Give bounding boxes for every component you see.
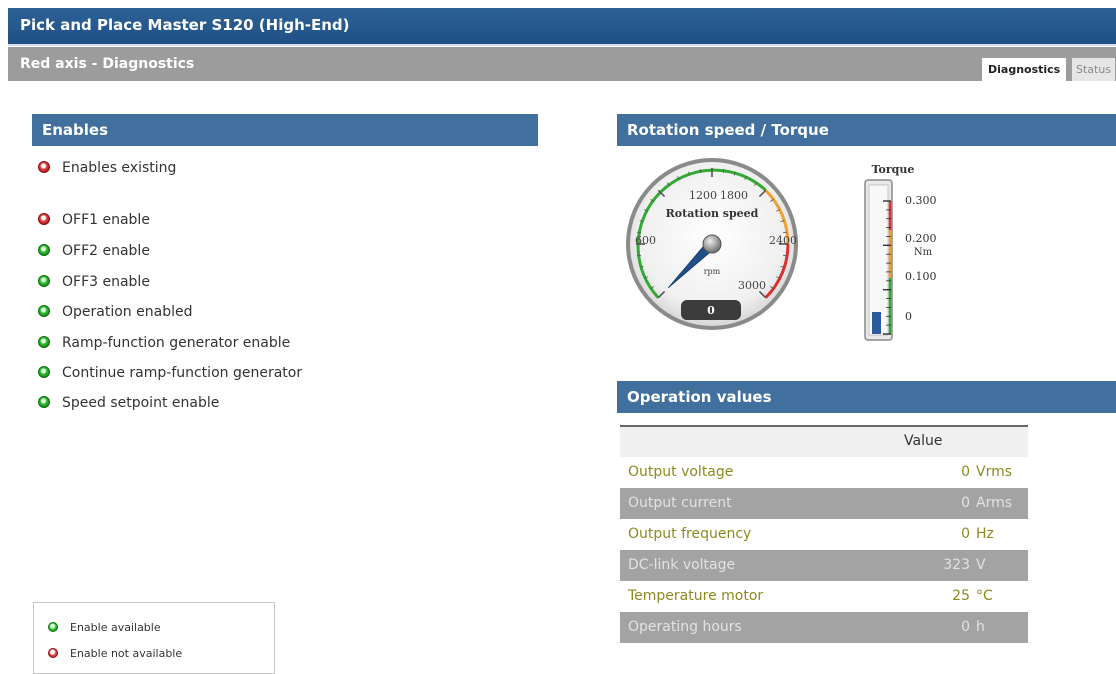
legend-not-available: Enable not available <box>48 647 182 660</box>
table-row: Output frequency 0 Hz <box>620 519 1028 550</box>
enable-item-continue-ramp: Continue ramp-function generator <box>38 365 302 385</box>
gauge-value-readout: 0 <box>707 304 715 317</box>
status-led-red <box>48 648 58 658</box>
torque-tick-label: 0 <box>905 310 912 323</box>
row-name: DC-link voltage <box>628 557 736 573</box>
gauge-unit: rpm <box>704 267 721 276</box>
rotation-header: Rotation speed / Torque <box>617 114 1116 146</box>
torque-fill-bar <box>872 312 881 334</box>
torque-tick-label: 0.300 <box>905 194 937 207</box>
row-name: Output current <box>628 495 732 511</box>
rotation-header-label: Rotation speed / Torque <box>627 121 829 139</box>
enable-item-label: OFF1 enable <box>62 212 150 228</box>
table-header-row: Value <box>620 427 1028 457</box>
enable-item-label: Speed setpoint enable <box>62 395 220 411</box>
enable-item-label: OFF3 enable <box>62 274 150 290</box>
row-unit: °C <box>976 588 993 604</box>
legend-available: Enable available <box>48 621 161 634</box>
row-value: 0 <box>961 464 970 480</box>
row-value: 0 <box>961 619 970 635</box>
enable-item-off2: OFF2 enable <box>38 243 150 263</box>
torque-tick-label: 0.100 <box>905 270 937 283</box>
gauge-tick-label: 1800 <box>720 189 748 202</box>
torque-title: Torque <box>872 163 915 176</box>
status-led-green <box>38 366 50 378</box>
row-name: Output frequency <box>628 526 752 542</box>
led-legend: Enable available Enable not available <box>33 602 275 674</box>
table-row: Temperature motor 25 °C <box>620 581 1028 612</box>
rotation-speed-gauge: 1200 1800 600 2400 3000 Rotation speed r… <box>626 158 798 330</box>
torque-tick-label: 0.200 <box>905 232 937 245</box>
gauge-tick-label: 2400 <box>769 234 797 247</box>
enables-header-label: Enables <box>42 121 109 139</box>
table-row: DC-link voltage 323 V <box>620 550 1028 581</box>
enable-item-operation-enabled: Operation enabled <box>38 304 192 324</box>
gauge-tick-label: 600 <box>635 234 656 247</box>
torque-unit: Nm <box>914 247 933 258</box>
row-value: 323 <box>943 557 970 573</box>
tab-diagnostics[interactable]: Diagnostics <box>982 58 1067 81</box>
gauge-title: Rotation speed <box>666 207 759 220</box>
enable-item-label: Operation enabled <box>62 304 193 320</box>
table-row: Output current 0 Arms <box>620 488 1028 519</box>
status-led-green <box>38 305 50 317</box>
enable-item-speed-setpoint: Speed setpoint enable <box>38 395 219 415</box>
row-unit: Arms <box>976 495 1013 511</box>
app-title: Pick and Place Master S120 (High-End) <box>20 16 350 34</box>
enable-item-off3: OFF3 enable <box>38 274 150 294</box>
status-led-green <box>38 244 50 256</box>
legend-available-label: Enable available <box>70 621 161 634</box>
row-name: Output voltage <box>628 464 734 480</box>
table-row: Operating hours 0 h <box>620 612 1028 643</box>
torque-bar-gauge: Torque 0.300 0.200 Nm 0.100 0 <box>864 163 937 341</box>
status-led-green <box>38 336 50 348</box>
row-unit: h <box>976 619 985 635</box>
status-led-green <box>48 622 58 632</box>
row-value: 25 <box>952 588 970 604</box>
row-value: 0 <box>961 526 970 542</box>
status-led-red <box>38 213 50 225</box>
row-unit: Hz <box>976 526 994 542</box>
enables-header: Enables <box>32 114 538 146</box>
legend-not-available-label: Enable not available <box>70 647 183 660</box>
app-title-bar: Pick and Place Master S120 (High-End) <box>8 8 1116 46</box>
enable-item-label: Continue ramp-function generator <box>62 365 303 381</box>
page-subtitle-bar: Red axis - Diagnostics Diagnostics Statu… <box>8 47 1116 81</box>
operation-values-table: Value Output voltage 0 Vrms Output curre… <box>620 425 1028 643</box>
row-value: 0 <box>961 495 970 511</box>
row-unit: V <box>976 557 986 573</box>
status-led-green <box>38 275 50 287</box>
enable-item-off1: OFF1 enable <box>38 212 150 232</box>
row-name: Temperature motor <box>628 588 764 604</box>
enable-item-label: Ramp-function generator enable <box>62 335 291 351</box>
column-header-value: Value <box>904 433 943 449</box>
status-led-red <box>38 161 50 173</box>
operation-values-header: Operation values <box>617 381 1116 413</box>
tab-status[interactable]: Status <box>1072 58 1116 81</box>
enable-item-enables-existing: Enables existing <box>38 160 176 180</box>
page-subtitle: Red axis - Diagnostics <box>20 56 195 72</box>
enable-item-ramp-generator: Ramp-function generator enable <box>38 335 290 355</box>
row-unit: Vrms <box>976 464 1013 480</box>
gauge-tick-label: 3000 <box>738 279 766 292</box>
operation-values-header-label: Operation values <box>627 388 772 406</box>
table-row: Output voltage 0 Vrms <box>620 457 1028 488</box>
enable-item-label: OFF2 enable <box>62 243 150 259</box>
gauge-tick-label: 1200 <box>689 189 717 202</box>
row-name: Operating hours <box>628 619 742 635</box>
status-led-green <box>38 396 50 408</box>
enable-item-label: Enables existing <box>62 160 177 176</box>
gauge-hub <box>702 234 722 254</box>
